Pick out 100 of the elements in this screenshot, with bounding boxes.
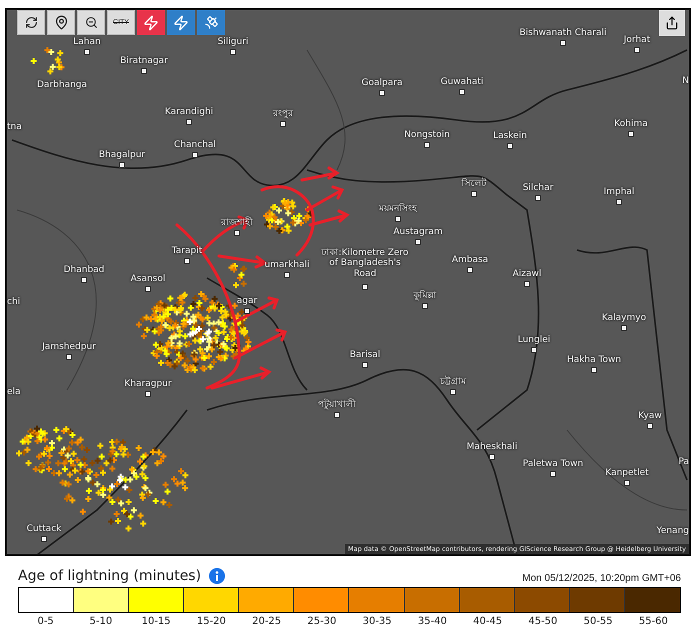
place-label: agar bbox=[236, 296, 258, 306]
city-marker bbox=[192, 152, 198, 158]
city-marker bbox=[415, 239, 421, 245]
scale-label: 30-35 bbox=[362, 615, 393, 627]
city-marker bbox=[467, 267, 473, 273]
place-label: Jorhat bbox=[624, 35, 650, 46]
city-marker bbox=[591, 367, 597, 373]
city-marker bbox=[507, 143, 513, 149]
share-icon bbox=[665, 16, 679, 30]
place-label: tna bbox=[7, 122, 22, 132]
city-marker bbox=[66, 354, 72, 360]
place-label: chi bbox=[7, 297, 20, 308]
place-label: umarkhali bbox=[264, 260, 310, 270]
place-label: Karandighi bbox=[164, 107, 214, 118]
city-marker bbox=[634, 47, 640, 53]
place-label: ela bbox=[7, 387, 21, 398]
place-label: Laskein bbox=[493, 131, 527, 142]
place-label: Austagram bbox=[393, 227, 443, 238]
info-icon[interactable] bbox=[209, 568, 226, 584]
place-label: রংপুর bbox=[273, 109, 293, 120]
city-marker bbox=[531, 347, 537, 353]
city-marker bbox=[184, 258, 190, 264]
place-label: Lunglei bbox=[518, 335, 550, 346]
pin-icon bbox=[54, 15, 68, 30]
location-button[interactable] bbox=[47, 10, 75, 35]
lightning-button[interactable] bbox=[137, 10, 165, 35]
place-label: Jamshedpur bbox=[42, 342, 96, 352]
satellite-button[interactable] bbox=[197, 10, 225, 35]
city-marker bbox=[84, 49, 90, 55]
city-marker bbox=[524, 281, 530, 287]
place-label: Imphal bbox=[604, 187, 634, 198]
place-label: Cuttack bbox=[26, 524, 62, 534]
place-label: N bbox=[682, 76, 689, 86]
place-label: কুমিল্লা bbox=[414, 291, 436, 302]
place-label: পটুয়াখালী bbox=[318, 400, 356, 410]
city-marker bbox=[450, 389, 456, 395]
place-label: Lahan bbox=[73, 37, 101, 48]
place-label: Biratnagar bbox=[120, 56, 168, 66]
satellite-icon bbox=[204, 15, 218, 30]
place-label: Asansol bbox=[130, 274, 166, 284]
city-marker bbox=[624, 480, 630, 486]
place-label: চট্টগ্রাম bbox=[440, 377, 466, 388]
place-label: Siliguri bbox=[218, 37, 248, 48]
city-marker bbox=[186, 119, 192, 125]
city-marker bbox=[119, 162, 125, 168]
city-marker bbox=[145, 391, 151, 397]
place-label: Kharagpur bbox=[124, 379, 172, 390]
place-label: Pa bbox=[678, 457, 689, 468]
city-marker bbox=[535, 195, 541, 201]
city-marker bbox=[234, 230, 240, 236]
city-marker bbox=[560, 40, 566, 46]
city-marker bbox=[334, 412, 340, 418]
place-label: Dhanbad bbox=[64, 265, 104, 276]
place-label: Chanchal bbox=[174, 140, 216, 150]
lightning-icon bbox=[143, 14, 159, 30]
city-marker bbox=[647, 423, 653, 429]
place-label: Kalaymyo bbox=[602, 313, 646, 324]
place-label: Kanpetlet bbox=[605, 468, 649, 478]
place-label: Ambasa bbox=[452, 255, 488, 266]
city-marker bbox=[471, 191, 477, 197]
scale-label: 55-60 bbox=[638, 615, 669, 627]
share-button[interactable] bbox=[659, 10, 685, 36]
city-marker bbox=[459, 89, 465, 95]
refresh-button[interactable] bbox=[17, 10, 45, 35]
place-label: Kohima bbox=[614, 119, 648, 130]
place-label: Kyaw bbox=[638, 411, 662, 422]
city-marker bbox=[379, 90, 385, 96]
legend-title: Age of lightning (minutes) bbox=[18, 568, 202, 584]
place-label: Yenang bbox=[656, 526, 689, 536]
city-marker bbox=[628, 131, 634, 137]
place-label: Barisal bbox=[350, 350, 380, 360]
place-label: Maheskhali bbox=[466, 442, 518, 452]
city-marker bbox=[284, 272, 290, 278]
ground-strike-button[interactable] bbox=[167, 10, 195, 35]
scale-label: 0-5 bbox=[36, 615, 55, 627]
scale-label: 5-10 bbox=[88, 615, 114, 627]
city-marker bbox=[621, 325, 627, 331]
city-marker bbox=[230, 49, 236, 55]
city-marker bbox=[489, 454, 495, 460]
place-label: Silchar bbox=[522, 183, 554, 194]
scale-label: 50-55 bbox=[582, 615, 614, 627]
place-label: Aizawl bbox=[512, 269, 542, 280]
scale-label: 45-50 bbox=[527, 615, 558, 627]
place-label: ময়মনসিংহ bbox=[379, 204, 417, 214]
refresh-icon bbox=[24, 16, 38, 29]
city-marker bbox=[141, 68, 147, 74]
place-label: Bishwanath Charali bbox=[520, 28, 606, 38]
place-label: Hakha Town bbox=[566, 355, 622, 366]
place-label: Paletwa Town bbox=[522, 459, 584, 470]
city-marker bbox=[395, 216, 401, 222]
lightning-icon bbox=[173, 14, 189, 30]
city-marker bbox=[424, 142, 430, 148]
city-marker bbox=[362, 284, 368, 290]
zoom-out-icon bbox=[84, 16, 98, 29]
place-label: সিলেট bbox=[462, 179, 486, 190]
city-marker bbox=[41, 536, 47, 542]
zoom-out-button[interactable] bbox=[77, 10, 105, 35]
scale-label: 25-30 bbox=[306, 615, 338, 627]
scale-label: 35-40 bbox=[416, 615, 448, 627]
scale-label: 40-45 bbox=[472, 615, 504, 627]
